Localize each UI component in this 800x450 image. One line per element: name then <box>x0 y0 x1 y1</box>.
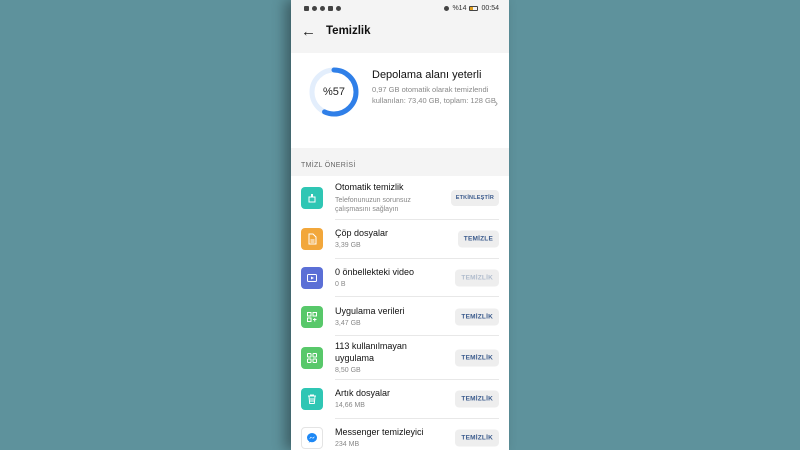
status-left-icons <box>304 5 341 11</box>
storage-usage: kullanılan: 73,40 GB, toplam: 128 GB <box>372 95 496 105</box>
app-bar: ← Temizlik <box>291 16 509 46</box>
item-subtitle: Telefonunuzun sorunsuz çalışmasını sağla… <box>335 196 411 213</box>
list-item[interactable]: 0 önbellekteki video 0 B TEMİZLİK <box>291 259 509 298</box>
list-item[interactable]: 113 kullanılmayan uygulama 8,50 GB TEMİZLİ… <box>291 336 509 381</box>
clean-button[interactable]: TEMİZLE <box>457 230 499 248</box>
status-right: %14 00:54 <box>444 5 499 12</box>
item-subtitle: 8,50 GB <box>335 366 361 374</box>
storage-cleaned: 0,97 GB otomatik olarak temizlendi <box>372 85 489 94</box>
mute-icon <box>444 5 450 11</box>
chevron-right-icon: › <box>494 98 498 110</box>
item-title: 0 önbellekteki video <box>335 266 415 277</box>
clean-button[interactable]: TEMİZLİK <box>455 429 499 447</box>
youtube-icon <box>328 5 333 11</box>
video-icon <box>301 267 323 290</box>
list-item[interactable]: Messenger temizleyici 234 MB TEMİZLİK <box>291 419 509 450</box>
suggestion-list: Otomatik temizlik Telefonunuzun sorunsuz … <box>291 176 509 450</box>
item-text: Otomatik temizlik Telefonunuzun sorunsuz … <box>335 182 447 213</box>
document-icon <box>301 228 323 251</box>
section-header: TMİZL ÖNERİSİ <box>291 148 509 176</box>
battery-percent: %14 <box>452 4 467 12</box>
twitter-icon <box>336 5 341 11</box>
storage-text: Depolama alanı yeterli 0,97 GB otomatik … <box>372 66 499 106</box>
status-bar: %14 00:54 <box>291 0 509 16</box>
clean-button[interactable]: TEMİZLİK <box>455 308 499 326</box>
item-subtitle: 3,39 GB <box>335 242 361 250</box>
item-text: Artık dosyalar 14,66 MB <box>335 388 447 410</box>
item-title: 113 kullanılmayan uygulama <box>335 341 407 363</box>
item-title: Artık dosyalar <box>335 388 391 399</box>
item-text: Çöp dosyalar 3,39 GB <box>335 228 447 250</box>
item-text: 0 önbellekteki video 0 B <box>335 267 447 289</box>
clean-button[interactable]: TEMİZLİK <box>455 349 499 367</box>
list-item[interactable]: Otomatik temizlik Telefonunuzun sorunsuz … <box>291 176 509 220</box>
item-subtitle: 14,66 MB <box>335 402 365 410</box>
page-title: Temizlik <box>326 25 371 37</box>
storage-percent: %57 <box>322 86 346 98</box>
storage-summary[interactable]: %57 Depolama alanı yeterli 0,97 GB otoma… <box>291 53 509 148</box>
list-item[interactable]: Uygulama verileri 3,47 GB TEMİZLİK <box>291 297 509 336</box>
back-arrow-icon[interactable]: ← <box>301 24 316 39</box>
app-data-icon <box>301 305 323 328</box>
item-title: Messenger temizleyici <box>335 426 424 437</box>
storage-title: Depolama alanı yeterli <box>372 69 482 81</box>
broom-icon <box>301 187 323 209</box>
facebook-icon <box>320 5 325 11</box>
item-text: Uygulama verileri 3,47 GB <box>335 306 447 328</box>
wifi-icon <box>312 5 317 11</box>
storage-ring: %57 <box>308 66 360 118</box>
signal-icon <box>304 5 309 11</box>
item-title: Otomatik temizlik <box>335 182 404 193</box>
apps-grid-icon <box>301 347 323 370</box>
item-subtitle: 3,47 GB <box>335 319 361 327</box>
messenger-icon <box>301 427 323 450</box>
item-text: 113 kullanılmayan uygulama 8,50 GB <box>335 341 447 375</box>
list-item[interactable]: Artık dosyalar 14,66 MB TEMİZLİK <box>291 380 509 419</box>
list-item[interactable]: Çöp dosyalar 3,39 GB TEMİZLE <box>291 220 509 259</box>
item-subtitle: 0 B <box>335 281 346 289</box>
item-subtitle: 234 MB <box>335 441 360 449</box>
clean-button[interactable]: TEMİZLİK <box>455 269 499 287</box>
phone-screen: %14 00:54 ← Temizlik %57 Depolama alanı … <box>291 0 509 450</box>
item-title: Uygulama verileri <box>335 305 405 316</box>
clean-button[interactable]: TEMİZLİK <box>455 390 499 408</box>
item-text: Messenger temizleyici 234 MB <box>335 427 447 449</box>
clock: 00:54 <box>481 4 499 12</box>
item-title: Çöp dosyalar <box>335 228 389 239</box>
clean-button[interactable]: ETKİNLEŞTİR <box>450 190 499 206</box>
battery-icon <box>469 5 479 11</box>
trash-icon <box>301 388 323 411</box>
